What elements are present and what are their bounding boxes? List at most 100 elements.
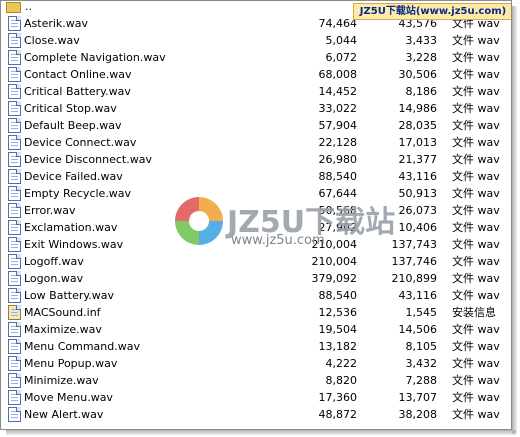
watermark-logo: JZ5U下载站 www.jz5u.com	[169, 187, 395, 257]
file-name: Low Battery.wav	[24, 289, 115, 302]
file-type: 文件 wav	[452, 374, 500, 387]
file-compressed-size: 26,073	[398, 204, 438, 217]
file-compressed-size: 14,986	[398, 102, 438, 115]
file-compressed-size: 14,506	[398, 323, 438, 336]
file-compressed-size: 38,208	[398, 408, 438, 421]
wav-file-icon	[8, 237, 21, 252]
file-compressed-size: 21,377	[398, 153, 438, 166]
wav-file-icon	[8, 373, 21, 388]
file-name: Asterik.wav	[24, 17, 89, 30]
watermark-swirl-icon	[175, 197, 223, 245]
file-size: 74,464	[318, 17, 358, 30]
watermark-banner: JZ5U下载站(www.jz5u.com)	[353, 3, 511, 20]
wav-file-icon	[8, 322, 21, 337]
file-type: 安装信息	[452, 306, 496, 319]
file-type: 文件 wav	[452, 51, 500, 64]
file-name: Exit Windows.wav	[24, 238, 124, 251]
file-row[interactable]: Menu Popup.wav 4,222 3,432 文件 wav	[1, 355, 511, 372]
wav-file-icon	[8, 50, 21, 65]
wav-file-icon	[8, 203, 21, 218]
file-row[interactable]: Move Menu.wav 17,360 13,707 文件 wav	[1, 389, 511, 406]
file-size: 6,072	[325, 51, 358, 64]
window-shadow-right	[512, 6, 518, 434]
file-row[interactable]: MACSound.inf 12,536 1,545 安装信息	[1, 304, 511, 321]
file-type: 文件 wav	[452, 408, 500, 421]
file-name: Critical Battery.wav	[24, 85, 131, 98]
file-row[interactable]: Close.wav 5,044 3,433 文件 wav	[1, 32, 511, 49]
file-type: 文件 wav	[452, 102, 500, 115]
wav-file-icon	[8, 288, 21, 303]
file-compressed-size: 137,743	[391, 238, 438, 251]
file-row[interactable]: Critical Battery.wav 14,452 8,186 文件 wav	[1, 83, 511, 100]
wav-file-icon	[8, 33, 21, 48]
file-size: 33,022	[318, 102, 358, 115]
file-row[interactable]: Critical Stop.wav 33,022 14,986 文件 wav	[1, 100, 511, 117]
file-size: 17,360	[318, 391, 358, 404]
file-row[interactable]: Complete Navigation.wav 6,072 3,228 文件 wav	[1, 49, 511, 66]
file-compressed-size: 13,707	[398, 391, 438, 404]
file-type: 文件 wav	[452, 289, 500, 302]
file-size: 12,536	[318, 306, 358, 319]
file-size: 68,008	[318, 68, 358, 81]
window-shadow-bottom	[6, 430, 516, 436]
file-type: 文件 wav	[452, 391, 500, 404]
file-compressed-size: 3,228	[405, 51, 438, 64]
file-row[interactable]: New Alert.wav 48,872 38,208 文件 wav	[1, 406, 511, 423]
file-name: Device Connect.wav	[24, 136, 137, 149]
file-size: 13,182	[318, 340, 358, 353]
file-type: 文件 wav	[452, 357, 500, 370]
file-compressed-size: 1,545	[405, 306, 438, 319]
wav-file-icon	[8, 339, 21, 354]
file-type: 文件 wav	[452, 119, 500, 132]
wav-file-icon	[8, 135, 21, 150]
file-type: 文件 wav	[452, 221, 500, 234]
wav-file-icon	[8, 169, 21, 184]
wav-file-icon	[8, 356, 21, 371]
file-size: 5,044	[325, 34, 358, 47]
file-size: 88,540	[318, 170, 358, 183]
file-row[interactable]: Default Beep.wav 57,904 28,035 文件 wav	[1, 117, 511, 134]
file-row[interactable]: Device Failed.wav 88,540 43,116 文件 wav	[1, 168, 511, 185]
file-name: Contact Online.wav	[24, 68, 132, 81]
file-name: Menu Command.wav	[24, 340, 140, 353]
file-size: 22,128	[318, 136, 358, 149]
wav-file-icon	[8, 254, 21, 269]
file-type: 文件 wav	[452, 187, 500, 200]
wav-file-icon	[8, 390, 21, 405]
file-size: 4,222	[325, 357, 358, 370]
wav-file-icon	[8, 118, 21, 133]
wav-file-icon	[8, 101, 21, 116]
file-row[interactable]: Device Connect.wav 22,128 17,013 文件 wav	[1, 134, 511, 151]
file-type: 文件 wav	[452, 34, 500, 47]
file-size: 57,904	[318, 119, 358, 132]
file-row[interactable]: Menu Command.wav 13,182 8,105 文件 wav	[1, 338, 511, 355]
file-type: 文件 wav	[452, 255, 500, 268]
file-compressed-size: 50,913	[398, 187, 438, 200]
file-row[interactable]: Contact Online.wav 68,008 30,506 文件 wav	[1, 66, 511, 83]
watermark-logo-url: www.jz5u.com	[231, 233, 325, 248]
file-row[interactable]: Low Battery.wav 88,540 43,116 文件 wav	[1, 287, 511, 304]
file-compressed-size: 30,506	[398, 68, 438, 81]
wav-file-icon	[8, 271, 21, 286]
file-row[interactable]: Maximize.wav 19,504 14,506 文件 wav	[1, 321, 511, 338]
wav-file-icon	[8, 16, 21, 31]
file-row[interactable]: Logon.wav 379,092 210,899 文件 wav	[1, 270, 511, 287]
file-name: Logon.wav	[24, 272, 84, 285]
file-name: Maximize.wav	[24, 323, 102, 336]
file-compressed-size: 7,288	[405, 374, 438, 387]
file-size: 88,540	[318, 289, 358, 302]
file-name: Error.wav	[24, 204, 76, 217]
file-row[interactable]: Minimize.wav 8,820 7,288 文件 wav	[1, 372, 511, 389]
wav-file-icon	[8, 84, 21, 99]
file-size: 19,504	[318, 323, 358, 336]
file-name: Device Disconnect.wav	[24, 153, 152, 166]
file-type: 文件 wav	[452, 204, 500, 217]
file-size: 14,452	[318, 85, 358, 98]
file-type: 文件 wav	[452, 340, 500, 353]
file-row[interactable]: Device Disconnect.wav 26,980 21,377 文件 wav	[1, 151, 511, 168]
file-name: Menu Popup.wav	[24, 357, 118, 370]
file-name: Exclamation.wav	[24, 221, 118, 234]
file-compressed-size: 137,746	[391, 255, 438, 268]
archive-file-list-window: .. Asterik.wav 74,464 43,576 文件 wav Close.wa…	[0, 0, 512, 430]
file-compressed-size: 8,105	[405, 340, 438, 353]
